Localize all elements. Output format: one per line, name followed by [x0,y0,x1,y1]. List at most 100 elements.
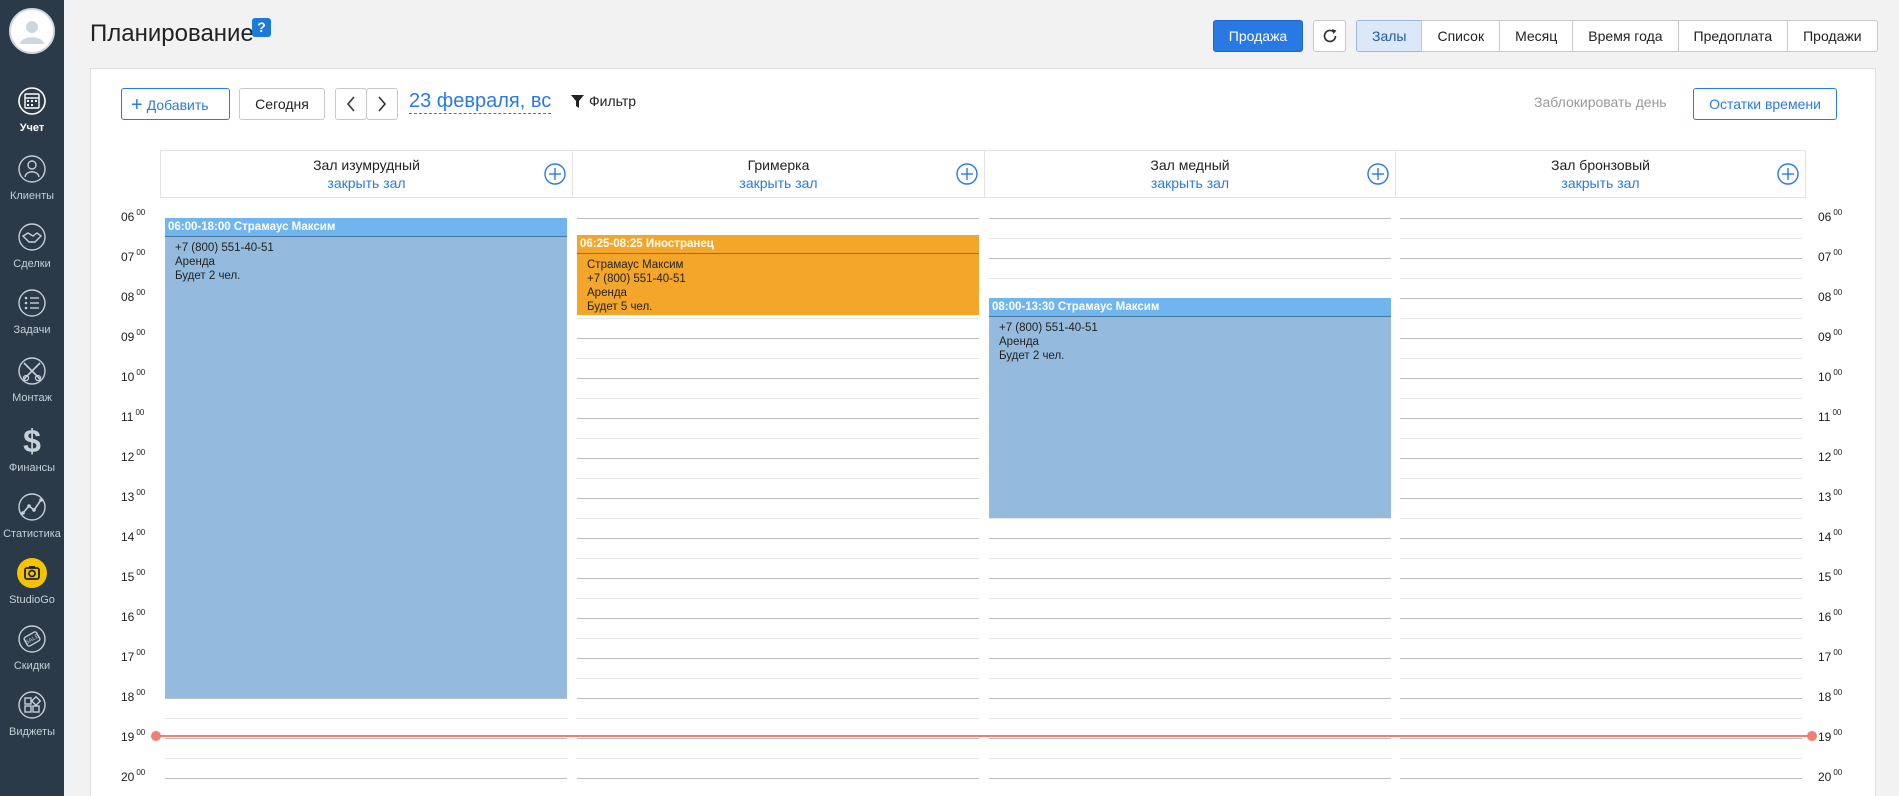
sidebar-item-stats[interactable]: Статистика [0,486,64,548]
today-button[interactable]: Сегодня [239,88,325,120]
refresh-button[interactable] [1313,20,1346,52]
sidebar-item-label: Монтаж [12,392,52,404]
hour-gridline [989,778,1391,779]
hour-value: 19 [121,730,135,744]
close-room-link[interactable]: закрыть зал [985,175,1395,191]
hour-gridline [577,538,979,539]
hour-label: 11 00 [1818,408,1841,424]
filter-label: Фильтр [589,93,637,109]
hour-value: 10 [121,370,135,384]
room-header: Зал бронзовый закрыть зал [1396,151,1806,197]
sidebar-item-discounts[interactable]: SALE Скидки [0,618,64,680]
studiogo-icon [15,556,49,590]
hour-label: 09 00 [121,328,145,344]
hour-value: 14 [121,530,135,544]
minutes-value: 00 [1833,288,1843,297]
sidebar-item-studiogo[interactable]: StudioGo [0,552,64,614]
hour-label: 12 00 [1818,448,1842,464]
hour-gridline [989,698,1391,699]
hour-gridline [577,738,979,739]
half-hour-gridline [577,598,979,599]
close-room-link[interactable]: закрыть зал [1396,175,1805,191]
hour-label: 10 00 [1818,368,1842,384]
hour-gridline [1400,538,1802,539]
hour-gridline [989,218,1391,219]
sidebar-item-finance[interactable]: $ Финансы [0,420,64,482]
minutes-value: 00 [135,408,145,417]
booking-event[interactable]: 08:00-13:30 Страмаус Максим +7 (800) 551-… [989,298,1391,518]
booking-event[interactable]: 06:00-18:00 Страмаус Максим +7 (800) 551-… [165,218,567,698]
add-button[interactable]: + Добавить [121,88,230,120]
sidebar-item-label: Статистика [3,528,61,540]
half-hour-gridline [1400,718,1802,719]
lock-day-link[interactable]: Заблокировать день [1534,94,1667,110]
svg-text:$: $ [23,424,41,458]
sidebar-item-widgets[interactable]: Виджеты [0,684,64,746]
hour-value: 13 [121,490,135,504]
next-day-button[interactable] [366,88,398,120]
help-icon[interactable]: ? [252,18,271,37]
minutes-value: 00 [136,688,146,697]
avatar[interactable] [9,8,55,54]
hour-value: 10 [1818,370,1832,384]
close-room-link[interactable]: закрыть зал [161,175,572,191]
sidebar-item-deals[interactable]: Сделки [0,216,64,278]
hour-label: 13 00 [1818,488,1842,504]
minutes-value: 00 [136,528,146,537]
hour-gridline [577,698,979,699]
filter-button[interactable]: Фильтр [571,93,636,109]
add-booking-icon[interactable] [544,163,566,185]
half-hour-gridline [1400,638,1802,639]
hour-gridline [989,258,1391,259]
sidebar-item-uchet[interactable]: Учет [0,80,64,142]
montage-icon [15,354,49,388]
minutes-value: 00 [1833,568,1843,577]
room-header: Гримерка закрыть зал [573,151,985,197]
tab-prepayment[interactable]: Предоплата [1677,20,1789,52]
prev-day-button[interactable] [335,88,367,120]
sale-button[interactable]: Продажа [1213,20,1303,52]
current-time-dot [151,731,161,741]
handshake-icon [15,220,49,254]
hour-gridline [989,578,1391,579]
half-hour-gridline [165,758,567,759]
room-name: Зал медный [1150,157,1230,173]
tab-halls[interactable]: Залы [1356,20,1423,52]
close-room-link[interactable]: закрыть зал [573,175,984,191]
hour-label: 16 00 [1818,608,1842,624]
chevron-left-icon [346,96,355,112]
hour-gridline [577,658,979,659]
time-remains-button[interactable]: Остатки времени [1693,88,1837,120]
sidebar-item-label: Задачи [13,324,51,336]
event-detail-line: Аренда [999,336,1039,348]
booking-event[interactable]: 06:25-08:25 Иностранец Страмаус Максим +7 … [577,234,979,315]
add-booking-icon[interactable] [956,163,978,185]
minutes-value: 00 [136,288,146,297]
hour-label: 20 00 [121,768,145,784]
current-time-line [156,735,1812,737]
add-booking-icon[interactable] [1367,163,1389,185]
sidebar-item-tasks[interactable]: Задачи [0,282,64,344]
sidebar-item-label: Виджеты [9,726,55,738]
hour-gridline [1400,218,1802,219]
tab-list[interactable]: Список [1421,20,1501,52]
tab-season[interactable]: Время года [1572,20,1679,52]
event-title: 08:00-13:30 Страмаус Максим [989,298,1391,317]
room-name: Зал бронзовый [1551,157,1650,173]
hour-gridline [989,538,1391,539]
add-booking-icon[interactable] [1777,163,1799,185]
sidebar-item-label: Учет [19,122,45,134]
room-name: Гримерка [747,157,810,173]
sidebar-item-clients[interactable]: Клиенты [0,148,64,210]
hour-gridline [1400,378,1802,379]
hour-label: 14 00 [121,528,146,544]
hour-gridline [165,738,567,739]
tab-sales[interactable]: Продажи [1787,20,1878,52]
tab-month[interactable]: Месяц [1499,20,1574,52]
date-picker[interactable]: 23 февраля, вс [409,89,552,114]
sidebar-item-montage[interactable]: Монтаж [0,350,64,412]
tasks-icon [15,286,49,320]
hour-label: 08 00 [121,288,146,304]
hour-value: 12 [121,450,135,464]
hour-value: 17 [1818,650,1832,664]
